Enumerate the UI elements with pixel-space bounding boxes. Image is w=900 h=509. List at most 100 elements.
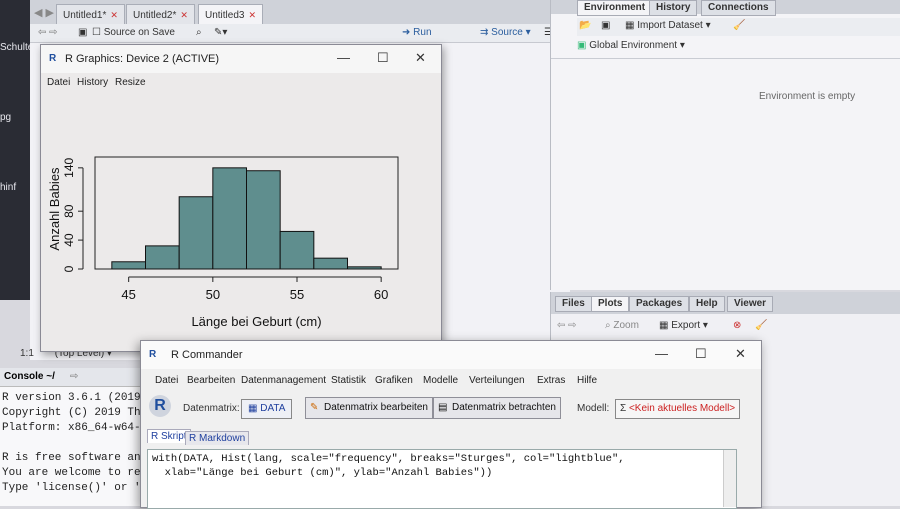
cursor-pos-text: 1:1 bbox=[20, 348, 34, 359]
console-line: Copyright (C) 2019 The R bbox=[2, 407, 161, 419]
x-tick-label: 55 bbox=[290, 287, 304, 302]
histogram-bar bbox=[178, 196, 214, 270]
save-icon[interactable]: ▣ bbox=[601, 20, 610, 31]
tab-plots[interactable]: Plots bbox=[591, 296, 630, 312]
rgfx-menubar: Datei History Resize bbox=[41, 73, 441, 91]
menu-bearbeiten[interactable]: Bearbeiten bbox=[187, 375, 235, 386]
env-tabbar: Environment History Connections bbox=[551, 0, 900, 16]
histogram-bar bbox=[279, 230, 315, 270]
desktop-label: hinf bbox=[0, 182, 17, 193]
menu-extras[interactable]: Extras bbox=[537, 375, 565, 386]
tab-files[interactable]: Files bbox=[555, 296, 592, 312]
tab-connections[interactable]: Connections bbox=[701, 0, 776, 16]
prev-plot-icon[interactable]: ⇦ ⇨ bbox=[557, 320, 577, 331]
histogram-bar bbox=[111, 261, 147, 270]
edit-btn-label: Datenmatrix bearbeiten bbox=[324, 402, 428, 413]
close-icon[interactable]: ✕ bbox=[415, 50, 426, 66]
broom-icon[interactable]: 🧹 bbox=[733, 20, 745, 31]
tab-help[interactable]: Help bbox=[689, 296, 725, 312]
view-icon: ▤ bbox=[438, 402, 448, 413]
tab-r-markdown[interactable]: R Markdown bbox=[185, 431, 250, 445]
histogram-bar bbox=[212, 167, 247, 270]
tab-environment[interactable]: Environment bbox=[577, 0, 653, 16]
close-icon[interactable]: ✕ bbox=[180, 10, 188, 20]
files-tabbar: Files Plots Packages Help Viewer bbox=[551, 292, 900, 314]
save-icon[interactable]: ▣ bbox=[78, 26, 87, 40]
x-axis-label: Länge bei Geburt (cm) bbox=[191, 314, 321, 329]
zoom-button[interactable]: ⌕ Zoom bbox=[605, 320, 639, 331]
y-tick-label: 0 bbox=[62, 265, 76, 272]
import-dataset-button[interactable]: ▦ Import Dataset ▾ bbox=[625, 20, 711, 31]
console-line: You are welcome to redis bbox=[2, 467, 161, 479]
menu-datei[interactable]: Datei bbox=[155, 375, 178, 386]
goto-dir-icon[interactable]: ⇨ bbox=[70, 371, 78, 382]
run-button[interactable]: ➜ Run bbox=[402, 26, 432, 40]
model-label: Modell: bbox=[577, 403, 610, 414]
menu-resize[interactable]: Resize bbox=[115, 77, 146, 88]
y-tick-label: 40 bbox=[62, 233, 76, 247]
plots-toolbar: ⇦ ⇨ ⌕ Zoom ▦ Export ▾ ⊗ 🧹 bbox=[555, 318, 895, 336]
remove-plot-icon[interactable]: ⊗ bbox=[733, 320, 741, 331]
histogram-bar bbox=[313, 257, 349, 270]
close-icon[interactable]: ✕ bbox=[735, 346, 746, 362]
env-icon: ▣ bbox=[577, 40, 587, 51]
env-toolbar: 📂 ▣ ▦ Import Dataset ▾ 🧹 bbox=[577, 18, 900, 36]
maximize-icon[interactable]: ☐ bbox=[695, 346, 707, 362]
console-line: R is free software and c bbox=[2, 452, 161, 464]
rcmdr-title: R Commander bbox=[171, 349, 243, 361]
tab-viewer[interactable]: Viewer bbox=[727, 296, 774, 312]
y-tick-label: 140 bbox=[62, 158, 76, 178]
tab-untitled1[interactable]: Untitled1* ✕ bbox=[56, 4, 125, 25]
desktop: { "desktop": { "side_labels": ["Schulter… bbox=[0, 0, 900, 509]
code-line: with(DATA, Hist(lang, scale="frequency",… bbox=[152, 453, 625, 465]
minimize-icon[interactable]: — bbox=[655, 346, 668, 361]
console-title: Console ~/ bbox=[4, 371, 55, 382]
menu-datenmanagement[interactable]: Datenmanagement bbox=[241, 375, 326, 386]
histogram-bar bbox=[246, 170, 281, 270]
histogram-plot: 0 40 80 140 45 50 55 60 Länge bei Geburt (cm) Anz… bbox=[47, 156, 399, 329]
menu-modelle[interactable]: Modelle bbox=[423, 375, 458, 386]
histogram-bar bbox=[145, 245, 180, 270]
maximize-icon[interactable]: ☐ bbox=[377, 50, 389, 66]
script-textarea[interactable]: with(DATA, Hist(lang, scale="frequency",… bbox=[147, 449, 737, 509]
open-folder-icon[interactable]: 📂 bbox=[579, 20, 591, 31]
export-label: Export bbox=[671, 320, 701, 331]
close-icon[interactable]: ✕ bbox=[248, 10, 256, 20]
environment-pane: Environment History Connections 📂 ▣ ▦ Im… bbox=[550, 0, 900, 290]
menu-history[interactable]: History bbox=[77, 77, 108, 88]
edit-datamatrix-button[interactable]: ✎ Datenmatrix bearbeiten bbox=[305, 397, 433, 419]
tab-packages[interactable]: Packages bbox=[629, 296, 690, 312]
pencil-icon: ✎ bbox=[310, 402, 319, 413]
run-label: Run bbox=[413, 27, 432, 38]
tab-label: Untitled3 bbox=[205, 10, 245, 21]
r-logo-icon: R bbox=[149, 349, 157, 360]
minimize-icon[interactable]: — bbox=[337, 50, 350, 65]
console-header: Console ~/ ⇨ bbox=[0, 368, 160, 387]
menu-hilfe[interactable]: Hilfe bbox=[577, 375, 597, 386]
tab-untitled2[interactable]: Untitled2* ✕ bbox=[126, 4, 195, 25]
view-datamatrix-button[interactable]: ▤ Datenmatrix betrachten bbox=[433, 397, 561, 419]
scrollbar[interactable] bbox=[723, 450, 736, 507]
model-selector[interactable]: Σ <Kein aktuelles Modell> bbox=[615, 399, 741, 419]
nav-arrows-icon[interactable]: ⇦ ⇨ bbox=[38, 26, 58, 40]
view-btn-label: Datenmatrix betrachten bbox=[452, 402, 556, 413]
source-button[interactable]: ⇉ Source ▾ bbox=[480, 26, 531, 40]
magic-wand-icon[interactable]: ✎▾ bbox=[214, 26, 227, 40]
back-arrow-icon[interactable]: ◀ ▶ bbox=[34, 6, 54, 19]
search-icon[interactable]: ⌕ bbox=[196, 26, 202, 40]
close-icon[interactable]: ✕ bbox=[110, 10, 118, 20]
menu-verteilungen[interactable]: Verteilungen bbox=[469, 375, 525, 386]
tab-history[interactable]: History bbox=[649, 0, 698, 16]
console-pane: Console ~/ ⇨ R version 3.6.1 (2019-07 Co… bbox=[0, 368, 160, 506]
tab-untitled3[interactable]: Untitled3 ✕ bbox=[198, 4, 264, 25]
menu-statistik[interactable]: Statistik bbox=[331, 375, 366, 386]
export-button[interactable]: ▦ Export ▾ bbox=[659, 320, 708, 331]
menu-grafiken[interactable]: Grafiken bbox=[375, 375, 413, 386]
broom-icon[interactable]: 🧹 bbox=[755, 320, 767, 331]
global-env-selector[interactable]: ▣ Global Environment ▾ bbox=[577, 40, 685, 51]
datamatrix-selector[interactable]: ▦ DATA bbox=[241, 399, 293, 419]
env-content: Environment is empty bbox=[551, 58, 900, 289]
menu-datei[interactable]: Datei bbox=[47, 77, 70, 88]
source-on-save-toggle[interactable]: ☐ Source on Save bbox=[92, 26, 175, 40]
histogram-bar bbox=[347, 266, 382, 270]
